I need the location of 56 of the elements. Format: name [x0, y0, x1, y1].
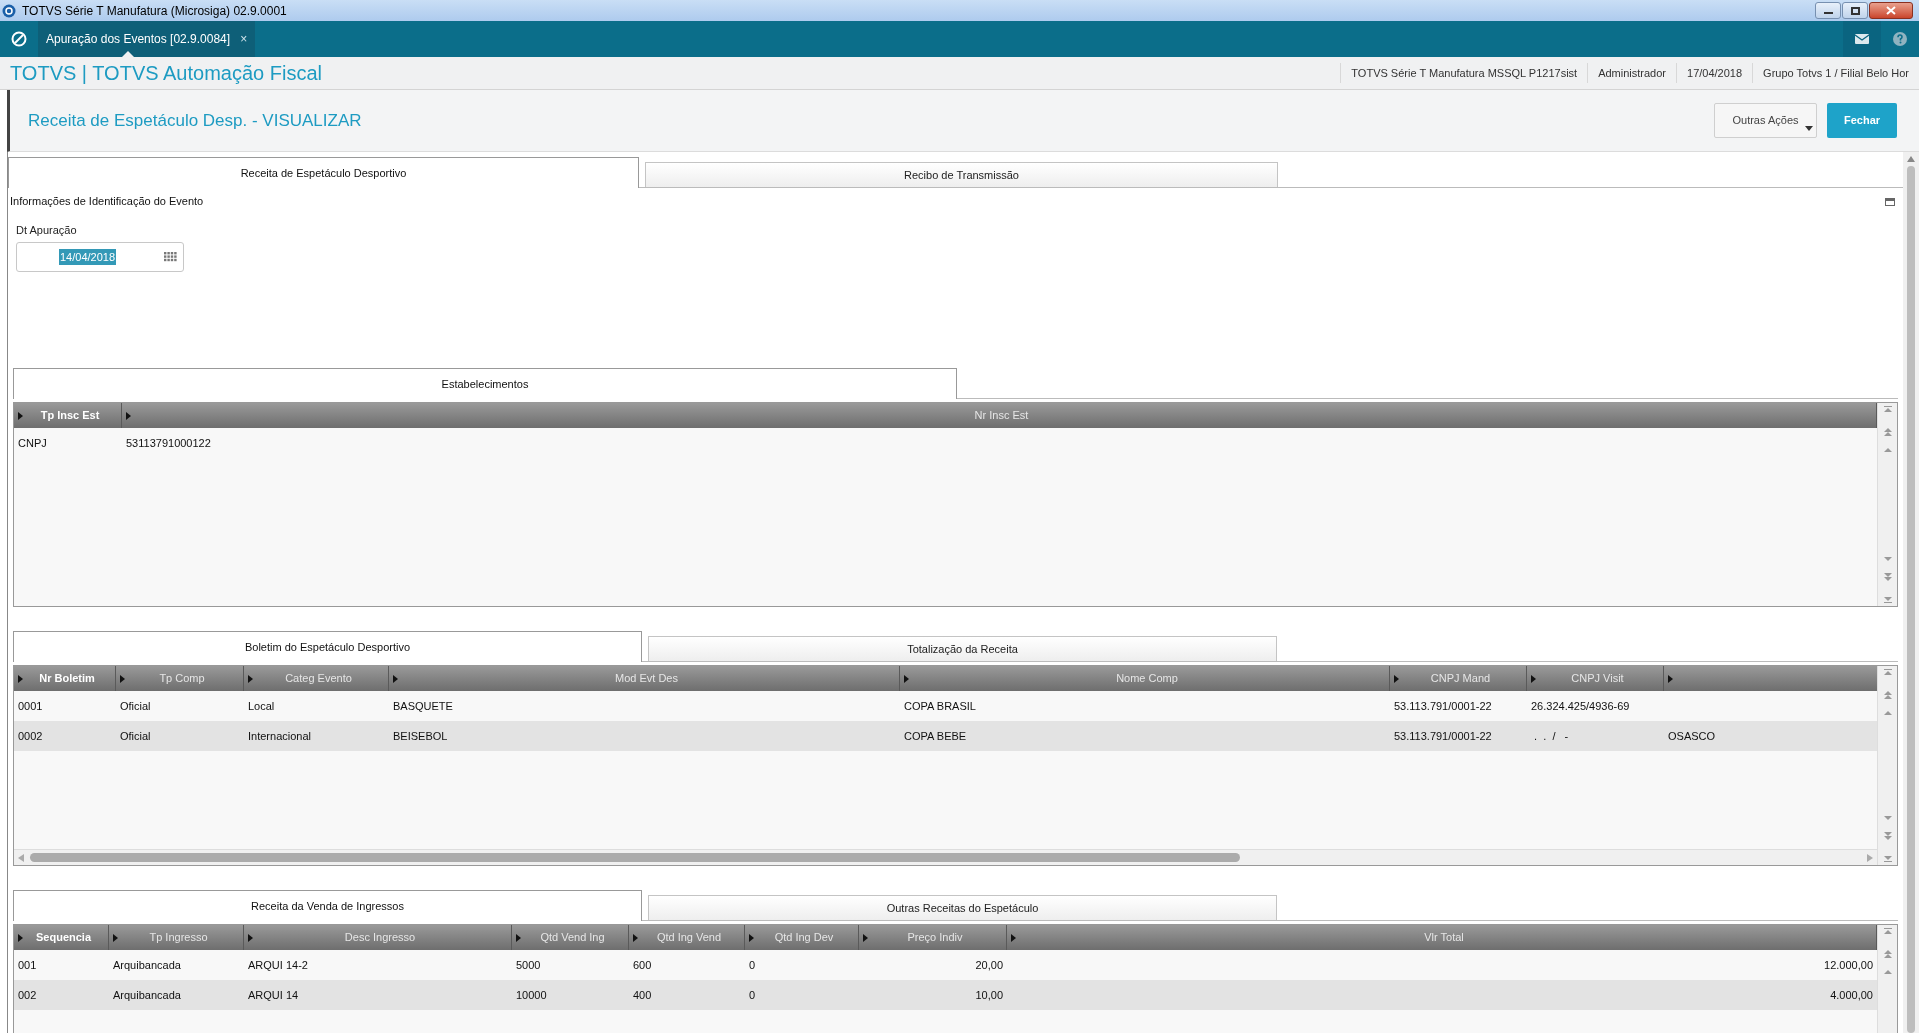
table-cell: 20,00	[975, 958, 1003, 971]
table-cell: 53.113.791/0001-22	[1394, 729, 1492, 742]
app-tab[interactable]: Apuração dos Eventos [02.9.0084] ×	[38, 21, 256, 57]
table-cell: 12.000,00	[1824, 958, 1873, 971]
table-cell: BASQUETE	[393, 699, 453, 712]
table-cell: Arquibancada	[113, 958, 181, 971]
table-cell: CNPJ	[18, 436, 47, 449]
table-cell: Arquibancada	[113, 988, 181, 1001]
page-title: Receita de Espetáculo Desp. - VISUALIZAR	[28, 109, 362, 132]
tab[interactable]: Receita de Espetáculo Desportivo	[8, 157, 639, 188]
table-cell: Local	[248, 699, 275, 712]
table-cell: 4.000,00	[1830, 988, 1873, 1001]
table-cell: Oficial	[120, 699, 151, 712]
table-cell: 10,00	[975, 988, 1003, 1001]
close-tab-button[interactable]: ×	[240, 30, 248, 48]
date-field[interactable]: 14/04/2018	[16, 242, 184, 272]
table-row[interactable]: 0002 Oficial Internacional BEISEBOL COPA BEBE 53.113.791/0001-22 . . / - OSASCO	[14, 721, 1877, 751]
close-page-button[interactable]: Fechar	[1827, 103, 1897, 138]
section-title: Informações de Identificação do Evento	[9, 194, 204, 209]
app-title: TOTVS | TOTVS Automação Fiscal	[10, 61, 322, 86]
tab[interactable]: Receita da Venda de Ingressos	[13, 890, 642, 921]
table-cell: 0001	[18, 699, 43, 712]
table-cell: 5000	[516, 958, 541, 971]
table-cell: 400	[633, 988, 652, 1001]
table-cell: 53.113.791/0001-22	[1394, 699, 1492, 712]
field-label: Dt Apuração	[16, 222, 77, 238]
session-info: Grupo Totvs 1 / Filial Belo Hor	[1752, 63, 1919, 83]
table-cell: COPA BRASIL	[904, 699, 976, 712]
session-info: 17/04/2018	[1676, 63, 1753, 83]
table-cell: COPA BEBE	[904, 729, 967, 742]
tab[interactable]: Outras Receitas do Espetáculo	[648, 895, 1277, 920]
more-actions-button[interactable]: Outras Ações	[1714, 103, 1817, 138]
table-cell: ARQUI 14-2	[248, 958, 308, 971]
table-cell: 10000	[516, 988, 547, 1001]
tab[interactable]: Totalização da Receita	[648, 636, 1277, 661]
table-cell: 26.324.425/4936-69	[1531, 699, 1630, 712]
table-cell: 53113791000122	[126, 436, 211, 449]
table-cell: ARQUI 14	[248, 988, 299, 1001]
table-cell: 600	[633, 958, 652, 971]
table-cell: Oficial	[120, 729, 151, 742]
table-cell: 001	[18, 958, 37, 971]
tab[interactable]: Boletim do Espetáculo Desportivo	[13, 631, 642, 662]
table-cell: Internacional	[248, 729, 311, 742]
table-cell-text: . . / -	[1533, 729, 1569, 742]
tab[interactable]: Estabelecimentos	[13, 368, 957, 399]
table-cell: 0	[749, 988, 756, 1001]
table-cell: BEISEBOL	[393, 729, 448, 742]
session-info: Administrador	[1587, 63, 1676, 83]
table-cell: 002	[18, 988, 37, 1001]
session-info: TOTVS Série T Manufatura MSSQL P1217sist	[1340, 63, 1588, 83]
table-row[interactable]: 002 Arquibancada ARQUI 14 10000 400 0 10,00 4.000,00	[14, 980, 1877, 1010]
table-cell: 0002	[18, 729, 43, 742]
tab[interactable]: Recibo de Transmissão	[645, 162, 1278, 187]
table-cell: 0	[749, 958, 756, 971]
table-cell: OSASCO	[1668, 729, 1716, 742]
window-title: TOTVS Série T Manufatura (Microsiga) 02.9.0001	[22, 2, 287, 20]
